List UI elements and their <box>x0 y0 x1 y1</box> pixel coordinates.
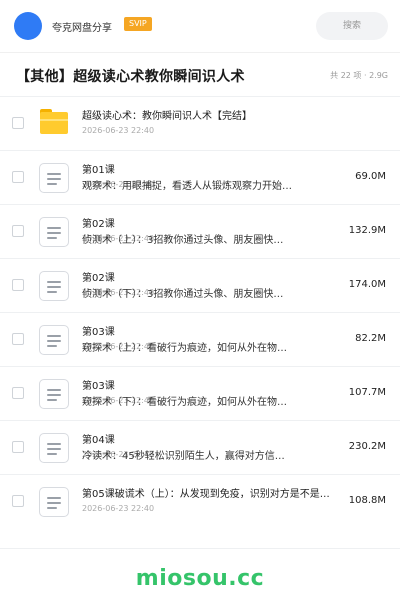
file-row[interactable]: 第04课 2026-06-23 22:40 冷读术：45秒轻松识别陌生人，赢得对方信… <box>0 420 400 474</box>
folder-icon <box>38 108 70 140</box>
app-header: 夸克网盘分享 SVIP <box>0 0 400 52</box>
file-date: 2026-06-23 22:40 <box>82 504 155 513</box>
file-row[interactable]: 第02课 2026-06-23 22:40 侦测术（下）：3招教你通过头像、朋友圈快… <box>0 258 400 312</box>
file-row[interactable]: 第03课 2026-06-23 22:40 窥探术（上）：看破行为痕迹，如何从外在物… <box>0 312 400 366</box>
file-size: 174.0M <box>348 279 386 290</box>
document-icon <box>38 486 70 518</box>
file-description: 侦测术（下）：3招教你通过头像、朋友圈快… <box>82 289 284 300</box>
select-checkbox[interactable] <box>12 279 24 291</box>
file-date: 2026-06-23 22:40 <box>82 126 155 135</box>
file-size: 107.7M <box>348 387 386 398</box>
document-icon <box>38 378 70 410</box>
file-name: 第05课破谎术（上）：从发现到免疫，识别对方是不是… <box>82 489 330 500</box>
watermark: miosou.cc <box>135 566 265 591</box>
document-icon <box>38 324 70 356</box>
file-size: 230.2M <box>348 441 386 452</box>
file-name: 第03课 <box>82 381 115 392</box>
file-row[interactable]: 第02课 2026-06-23 22:40 侦测术（上）：3招教你通过头像、朋友圈快… <box>0 204 400 258</box>
file-name: 第01课 <box>82 165 115 176</box>
select-checkbox[interactable] <box>12 387 24 399</box>
file-row[interactable]: 第01课 2026-06-23 22:40 观察术：用眼捕捉，看透人从锻炼观察力开始… <box>0 150 400 204</box>
file-name: 第02课 <box>82 219 115 230</box>
file-row[interactable]: 第03课 2026-06-23 22:40 窥探术（下）：看破行为痕迹，如何从外在物… <box>0 366 400 420</box>
file-size: 82.2M <box>355 333 386 344</box>
file-name: 第04课 <box>82 435 115 446</box>
document-icon <box>38 216 70 248</box>
avatar[interactable] <box>14 12 42 40</box>
document-icon <box>38 162 70 194</box>
file-description: 窥探术（上）：看破行为痕迹，如何从外在物… <box>82 343 287 354</box>
file-size: 108.8M <box>348 495 386 506</box>
file-row[interactable]: 第05课破谎术（上）：从发现到免疫，识别对方是不是… 2026-06-23 22:… <box>0 474 400 528</box>
select-checkbox[interactable] <box>12 171 24 183</box>
select-checkbox[interactable] <box>12 495 24 507</box>
file-list: 超级读心术：教你瞬间识人术【完结】 2026-06-23 22:40 第01课 202… <box>0 96 400 528</box>
folder-row[interactable]: 超级读心术：教你瞬间识人术【完结】 2026-06-23 22:40 <box>0 96 400 150</box>
file-description: 观察术：用眼捕捉，看透人从锻炼观察力开始… <box>82 181 292 192</box>
page-title: 【其他】超级读心术教你瞬间识人术 <box>16 69 245 85</box>
select-checkbox[interactable] <box>12 441 24 453</box>
app-name: 夸克网盘分享 <box>52 23 112 34</box>
item-count-size: 共 22 项 · 2.9G <box>330 71 388 80</box>
file-name: 第02课 <box>82 273 115 284</box>
title-bar: 【其他】超级读心术教你瞬间识人术 共 22 项 · 2.9G <box>0 52 400 98</box>
file-description: 侦测术（上）：3招教你通过头像、朋友圈快… <box>82 235 284 246</box>
search-input[interactable] <box>316 12 388 40</box>
file-description: 窥探术（下）：看破行为痕迹，如何从外在物… <box>82 397 287 408</box>
file-size: 132.9M <box>348 225 386 236</box>
select-checkbox[interactable] <box>12 225 24 237</box>
document-icon <box>38 432 70 464</box>
file-name: 第03课 <box>82 327 115 338</box>
file-size: 69.0M <box>355 171 386 182</box>
select-checkbox[interactable] <box>12 333 24 345</box>
document-icon <box>38 270 70 302</box>
file-description: 冷读术：45秒轻松识别陌生人，赢得对方信… <box>82 451 285 462</box>
select-checkbox[interactable] <box>12 117 24 129</box>
svip-badge[interactable]: SVIP <box>124 17 152 31</box>
file-name: 超级读心术：教你瞬间识人术【完结】 <box>82 111 252 122</box>
